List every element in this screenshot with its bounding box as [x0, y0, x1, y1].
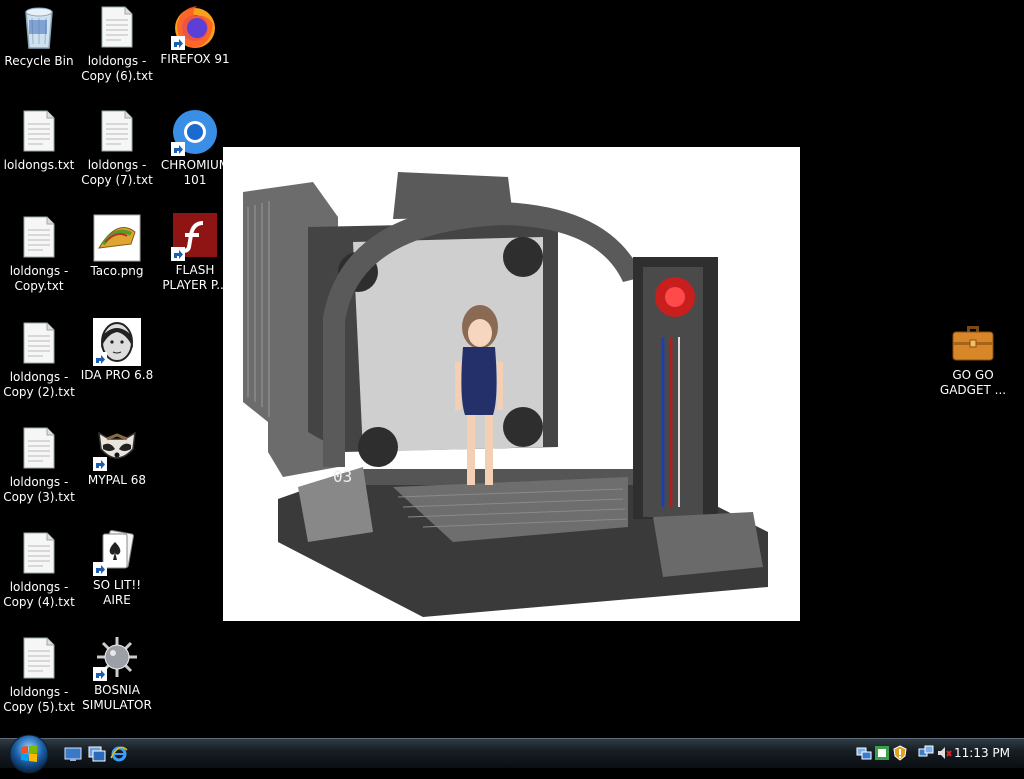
ida-pro-label: IDA PRO 6.8 [80, 368, 154, 382]
loldongs-copy2-txt-label: loldongs - Copy (2).txt [3, 370, 75, 399]
loldongs-copy7-txt-label: loldongs - Copy (7).txt [81, 158, 153, 187]
text-file-icon [15, 108, 63, 156]
desktop[interactable]: Recycle Bin loldongs.txt loldongs - Copy… [0, 0, 1024, 738]
text-file-icon [15, 320, 63, 368]
loldongs-copy3-txt-label: loldongs - Copy (3).txt [3, 475, 75, 504]
chromium-icon [171, 108, 219, 156]
recycle-bin-label: Recycle Bin [4, 54, 74, 68]
solitaire-label: SO LIT!! AIRE [92, 578, 142, 607]
shortcut-arrow-icon [171, 142, 185, 156]
shortcut-arrow-icon [171, 247, 185, 261]
text-file-icon [15, 425, 63, 473]
recycle-bin-shortcut[interactable]: Recycle Bin [0, 4, 78, 69]
loldongs-copy4-txt-file[interactable]: loldongs - Copy (4).txt [0, 530, 78, 610]
windows-update-icon[interactable] [874, 745, 890, 761]
internet-explorer-icon[interactable] [110, 746, 128, 762]
firefox-icon [171, 2, 219, 50]
loldongs-copy-txt-label: loldongs - Copy.txt [9, 264, 69, 293]
text-file-icon [93, 108, 141, 156]
taco-image-icon [93, 214, 141, 262]
loldongs-copy-txt-file[interactable]: loldongs - Copy.txt [0, 214, 78, 294]
shortcut-arrow-icon [171, 36, 185, 50]
security-alert-icon[interactable] [892, 745, 908, 761]
go-go-gadget-folder[interactable]: GO GO GADGET ... [934, 318, 1012, 398]
loldongs-txt-label: loldongs.txt [3, 158, 75, 172]
text-file-icon [15, 635, 63, 683]
loldongs-copy6-txt-label: loldongs - Copy (6).txt [81, 54, 153, 83]
firefox-label: FIREFOX 91 [160, 52, 230, 66]
firefox-shortcut[interactable]: FIREFOX 91 [156, 2, 234, 67]
loldongs-txt-file[interactable]: loldongs.txt [0, 108, 78, 173]
mypal-icon [93, 423, 141, 471]
bosnia-simulator-shortcut[interactable]: BOSNIA SIMULATOR [78, 633, 156, 713]
loldongs-copy2-txt-file[interactable]: loldongs - Copy (2).txt [0, 320, 78, 400]
network-connection-icon[interactable] [918, 745, 934, 761]
taskbar: 11:13 PM [0, 734, 1024, 774]
switch-windows-icon[interactable] [88, 746, 106, 762]
go-go-gadget-label: GO GO GADGET ... [939, 368, 1007, 397]
taco-png-label: Taco.png [90, 264, 144, 278]
start-button[interactable] [8, 733, 50, 775]
loldongs-copy3-txt-file[interactable]: loldongs - Copy (3).txt [0, 425, 78, 505]
loldongs-copy6-txt-file[interactable]: loldongs - Copy (6).txt [78, 4, 156, 84]
station-number: 03 [333, 467, 352, 486]
bosnia-simulator-label: BOSNIA SIMULATOR [82, 683, 152, 712]
recycle-bin-icon [15, 4, 63, 52]
taco-png-file[interactable]: Taco.png [78, 214, 156, 279]
shortcut-arrow-icon [93, 667, 107, 681]
mypal-label: MYPAL 68 [87, 473, 147, 487]
show-desktop-icon[interactable] [64, 746, 82, 762]
loldongs-copy5-txt-label: loldongs - Copy (5).txt [3, 685, 75, 714]
text-file-icon [93, 4, 141, 52]
windows-start-orb-icon [9, 734, 49, 774]
flash-player-icon [171, 213, 219, 261]
clock[interactable]: 11:13 PM [954, 746, 1010, 760]
shortcut-arrow-icon [93, 352, 107, 366]
shortcut-arrow-icon [93, 457, 107, 471]
loldongs-copy5-txt-file[interactable]: loldongs - Copy (5).txt [0, 635, 78, 715]
solitaire-shortcut[interactable]: SO LIT!! AIRE [78, 528, 156, 608]
network-icon[interactable] [856, 745, 872, 761]
text-file-icon [15, 214, 63, 262]
spiked-mine-icon [93, 633, 141, 681]
wallpaper-picture: 03 [223, 147, 800, 621]
mypal-shortcut[interactable]: MYPAL 68 [78, 423, 156, 488]
loldongs-copy4-txt-label: loldongs - Copy (4).txt [3, 580, 75, 609]
volume-muted-icon[interactable] [936, 745, 952, 761]
system-tray: 11:13 PM [854, 739, 1024, 768]
ida-pro-shortcut[interactable]: IDA PRO 6.8 [78, 318, 156, 383]
ida-pro-icon [93, 318, 141, 366]
text-file-icon [15, 530, 63, 578]
solitaire-icon [93, 528, 141, 576]
loldongs-copy7-txt-file[interactable]: loldongs - Copy (7).txt [78, 108, 156, 188]
briefcase-icon [949, 318, 997, 366]
shortcut-arrow-icon [93, 562, 107, 576]
